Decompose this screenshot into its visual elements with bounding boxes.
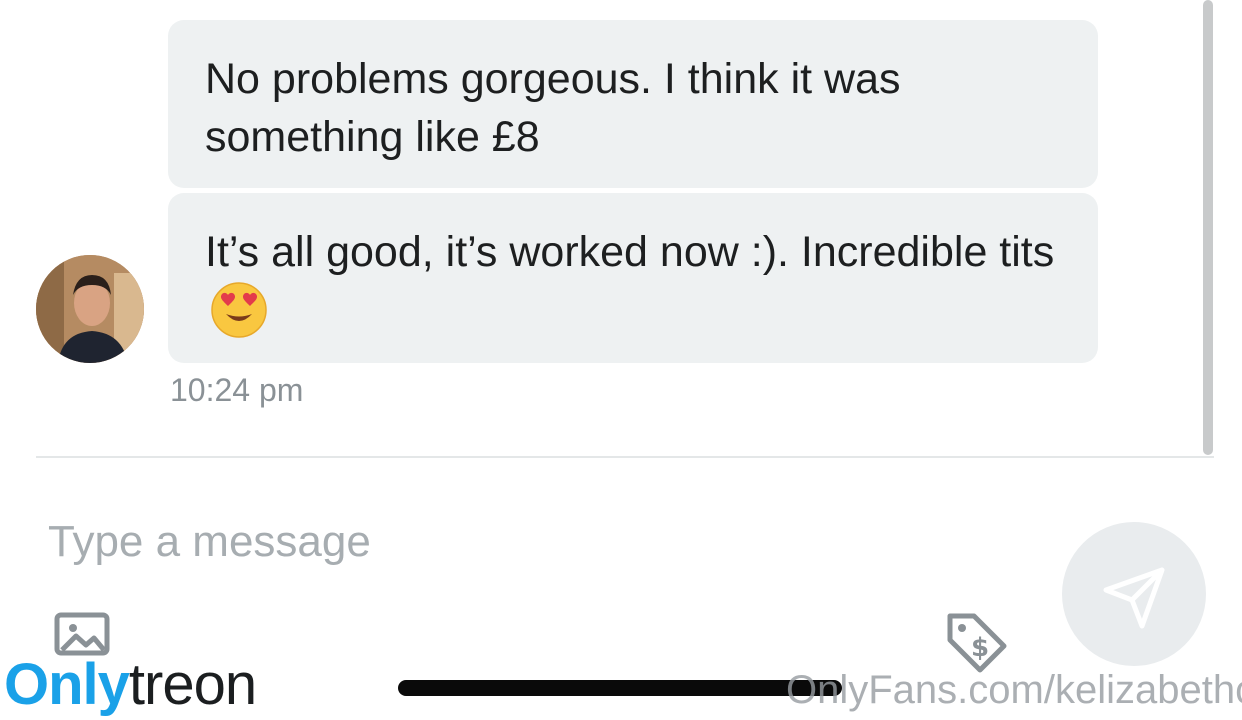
message-text: No problems gorgeous. I think it was som… (205, 55, 901, 161)
divider (36, 456, 1214, 458)
logo-part-accent: Only (4, 652, 130, 717)
scrollbar[interactable] (1203, 0, 1213, 455)
message-text: It’s all good, it’s worked now :). Incre… (205, 228, 1055, 276)
logo-part-main: treon (128, 652, 257, 717)
message-bubble: It’s all good, it’s worked now :). Incre… (168, 193, 1098, 363)
svg-text:$: $ (971, 633, 989, 663)
message-input[interactable] (48, 510, 948, 574)
paper-plane-icon (1103, 567, 1165, 629)
chat-thread: No problems gorgeous. I think it was som… (0, 0, 1242, 458)
message-bubble: No problems gorgeous. I think it was som… (168, 20, 1098, 188)
set-price-button[interactable]: $ (944, 610, 1010, 674)
watermark-logo: Onlytreon (4, 650, 257, 720)
home-indicator (398, 680, 842, 696)
message-timestamp: 10:24 pm (170, 372, 304, 408)
send-button[interactable] (1062, 522, 1206, 666)
price-tag-dollar-icon: $ (947, 613, 1007, 673)
watermark-url: OnlyFans.com/kelizabethc (786, 668, 1242, 712)
heart-eyes-emoji-icon (211, 282, 267, 338)
avatar[interactable] (36, 255, 144, 363)
